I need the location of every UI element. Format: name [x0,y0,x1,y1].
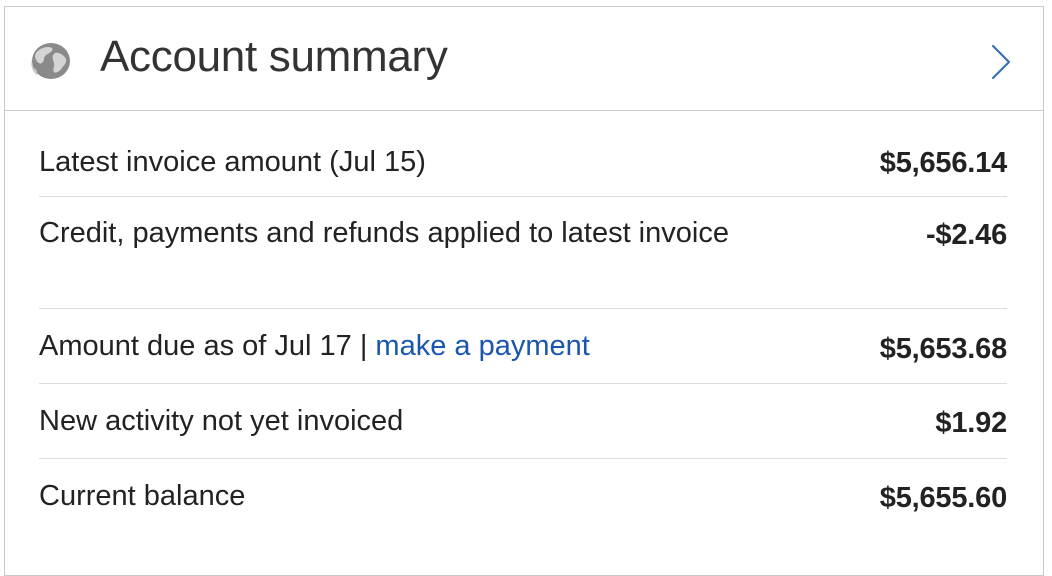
card-header: Account summary [5,7,1043,111]
chevron-right-icon[interactable] [989,43,1013,81]
latest-invoice-value: $5,656.14 [879,147,1007,179]
amount-due-value: $5,653.68 [879,333,1007,365]
page-title: Account summary [100,32,448,81]
current-balance-value: $5,655.60 [879,482,1007,514]
credits-label: Credit, payments and refunds applied to … [39,217,729,249]
new-activity-value: $1.92 [935,407,1007,439]
make-payment-link[interactable]: make a payment [375,330,589,362]
separator: | [351,330,376,362]
summary-row-amount-due: Amount due as of Jul 17 | make a payment… [39,309,1007,384]
summary-row-latest-invoice: Latest invoice amount (Jul 15) $5,656.14 [39,127,1007,197]
current-balance-label: Current balance [39,480,246,512]
credits-value: -$2.46 [925,219,1007,251]
latest-invoice-label: Latest invoice amount (Jul 15) [39,146,426,178]
summary-row-credits: Credit, payments and refunds applied to … [39,197,1007,309]
new-activity-label: New activity not yet invoiced [39,405,404,437]
summary-row-new-activity: New activity not yet invoiced $1.92 [39,384,1007,459]
amount-due-label: Amount due as of Jul 17 [39,330,352,362]
summary-list: Latest invoice amount (Jul 15) $5,656.14… [39,127,1007,534]
amount-due-label-group: Amount due as of Jul 17 | make a payment [39,329,749,364]
summary-row-current-balance: Current balance $5,655.60 [39,459,1007,534]
globe-icon [31,43,70,79]
account-summary-card: Account summary Latest invoice amount (J… [4,6,1044,576]
